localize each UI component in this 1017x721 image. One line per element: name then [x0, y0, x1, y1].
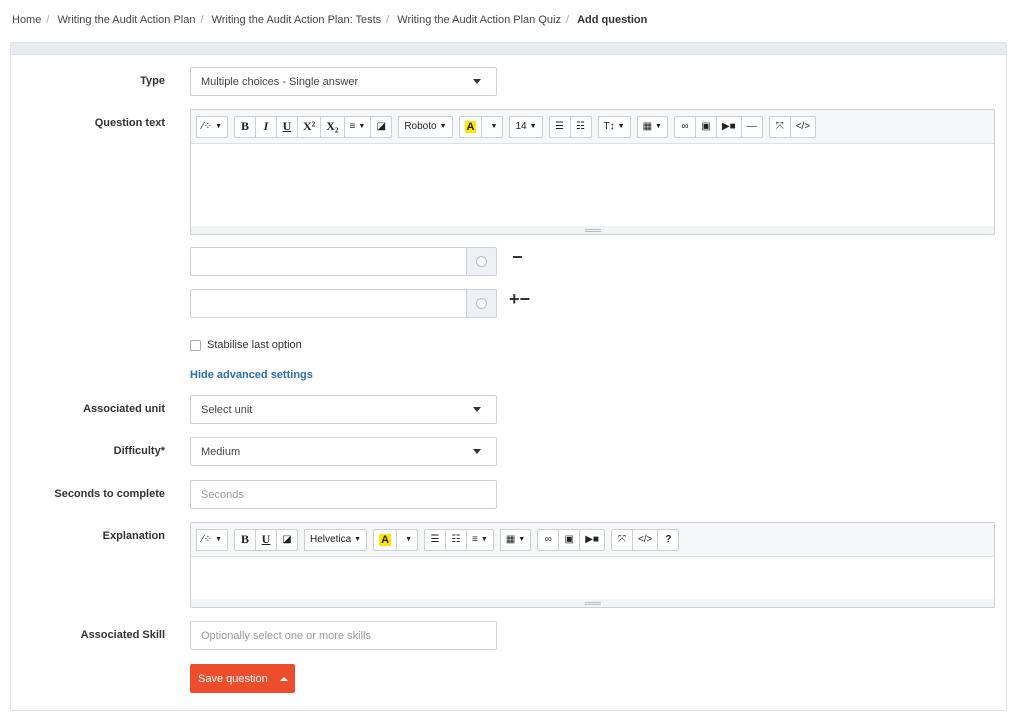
type-label: Type — [140, 75, 165, 87]
numbered-list-icon[interactable]: ☷ — [569, 115, 592, 138]
answer-option-row — [190, 289, 497, 318]
fullscreen-icon[interactable]: ⤧ — [768, 115, 791, 138]
seconds-label: Seconds to complete — [54, 488, 165, 500]
highlight-color-dropdown[interactable]: ▼ — [396, 528, 419, 551]
correct-answer-radio[interactable] — [466, 247, 497, 276]
highlight-color-button[interactable]: A — [458, 115, 483, 138]
associated-unit-select[interactable]: Select unit — [190, 395, 497, 424]
answer-option-row — [190, 247, 497, 276]
eraser-icon[interactable]: ◪ — [370, 115, 393, 138]
answer-option-input[interactable] — [190, 289, 466, 318]
explanation-editor-toolbar: ⁄⁘ ▼ B U ◪ Helvetica ▼ A ▼ ☰ ☷ ≡ ▼ ▦ ▼ ∞ ▣ ▶… — [191, 523, 994, 557]
question-text-area[interactable] — [191, 144, 994, 226]
radio-icon — [476, 298, 487, 309]
editor-resize-handle[interactable] — [191, 226, 994, 234]
breadcrumb-tests[interactable]: Writing the Audit Action Plan: Tests — [212, 14, 382, 26]
stabilise-checkbox[interactable] — [190, 339, 201, 351]
underline-button[interactable]: U — [276, 115, 298, 138]
highlight-color-button[interactable]: A — [373, 528, 398, 551]
line-height-dropdown[interactable]: T↕ ▼ — [597, 115, 631, 138]
align-dropdown[interactable]: ≡ ▼ — [343, 115, 372, 138]
eraser-icon[interactable]: ◪ — [276, 528, 298, 551]
breadcrumb-home[interactable]: Home — [12, 14, 41, 26]
question-text-editor: ⁄⁘ ▼ B I U X² X₂ ≡ ▼ ◪ Roboto ▼ A ▼ 14 ▼ ☰ ☷… — [190, 109, 995, 235]
horizontal-rule-icon[interactable]: — — [740, 115, 763, 138]
font-family-dropdown[interactable]: Helvetica ▼ — [304, 528, 368, 551]
breadcrumb-course[interactable]: Writing the Audit Action Plan — [57, 14, 195, 26]
image-icon[interactable]: ▣ — [558, 528, 581, 551]
numbered-list-icon[interactable]: ☷ — [445, 528, 468, 551]
line-height-icon: T↕ — [603, 121, 615, 132]
editor-resize-handle[interactable] — [191, 599, 994, 607]
breadcrumb-separator: / — [565, 14, 570, 26]
difficulty-select-value: Medium — [201, 445, 241, 458]
italic-button[interactable]: I — [255, 115, 277, 138]
font-family-value: Roboto — [404, 121, 437, 132]
subscript-button[interactable]: X₂ — [320, 115, 345, 138]
difficulty-label: Difficulty* — [113, 445, 165, 457]
explanation-label: Explanation — [102, 530, 165, 542]
breadcrumb-quiz[interactable]: Writing the Audit Action Plan Quiz — [397, 14, 561, 26]
magic-wand-icon[interactable]: ⁄⁘ ▼ — [196, 115, 228, 138]
superscript-button[interactable]: X² — [297, 115, 322, 138]
save-question-button[interactable]: Save question — [190, 664, 295, 693]
highlight-color-dropdown[interactable]: ▼ — [481, 115, 504, 138]
chevron-down-icon — [473, 449, 481, 454]
magic-wand-icon[interactable]: ⁄⁘ ▼ — [196, 528, 228, 551]
fullscreen-icon[interactable]: ⤧ — [610, 528, 633, 551]
font-size-dropdown[interactable]: 14 ▼ — [509, 115, 543, 138]
chevron-down-icon — [473, 407, 481, 412]
help-button[interactable]: ? — [657, 528, 680, 551]
type-select[interactable]: Multiple choices - Single answer — [190, 67, 497, 96]
panel-header-bar — [11, 43, 1006, 55]
question-text-label: Question text — [94, 117, 165, 129]
chevron-up-icon — [279, 676, 288, 681]
align-dropdown[interactable]: ≡ ▼ — [466, 528, 494, 551]
breadcrumb-separator: / — [46, 14, 50, 26]
hide-advanced-settings-link[interactable]: Hide advanced settings — [190, 369, 313, 381]
type-select-value: Multiple choices - Single answer — [201, 75, 359, 88]
table-dropdown[interactable]: ▦ ▼ — [499, 528, 532, 551]
underline-button[interactable]: U — [255, 528, 277, 551]
associated-skill-label: Associated Skill — [80, 629, 165, 641]
explanation-editor: ⁄⁘ ▼ B U ◪ Helvetica ▼ A ▼ ☰ ☷ ≡ ▼ ▦ ▼ ∞ ▣ ▶… — [190, 522, 995, 608]
bold-button[interactable]: B — [234, 115, 256, 138]
video-icon[interactable]: ▶■ — [579, 528, 605, 551]
font-size-value: 14 — [515, 121, 527, 132]
breadcrumb: Home / Writing the Audit Action Plan / Wri… — [12, 14, 647, 26]
bulleted-list-icon[interactable]: ☰ — [548, 115, 571, 138]
code-view-icon[interactable]: </> — [631, 528, 659, 551]
breadcrumb-current: Add question — [577, 14, 648, 26]
unit-select-value: Select unit — [201, 403, 253, 416]
highlight-icon: A — [464, 120, 477, 133]
radio-icon — [476, 256, 487, 267]
font-family-value: Helvetica — [310, 534, 352, 545]
image-icon[interactable]: ▣ — [694, 115, 717, 138]
save-question-label: Save question — [198, 672, 268, 685]
question-editor-toolbar: ⁄⁘ ▼ B I U X² X₂ ≡ ▼ ◪ Roboto ▼ A ▼ 14 ▼ ☰ ☷… — [191, 110, 994, 144]
bold-button[interactable]: B — [234, 528, 256, 551]
bulleted-list-icon[interactable]: ☰ — [424, 528, 447, 551]
stabilise-option[interactable]: Stabilise last option — [190, 339, 302, 351]
link-icon[interactable]: ∞ — [537, 528, 560, 551]
add-remove-option-controls[interactable]: +− — [509, 290, 530, 308]
correct-answer-radio[interactable] — [466, 289, 497, 318]
associated-unit-label: Associated unit — [83, 403, 165, 415]
stabilise-label: Stabilise last option — [207, 339, 302, 351]
answer-option-input[interactable] — [190, 247, 466, 276]
associated-skill-input[interactable] — [190, 621, 497, 650]
table-dropdown[interactable]: ▦ ▼ — [636, 115, 668, 138]
difficulty-select[interactable]: Medium — [190, 437, 497, 466]
code-view-icon[interactable]: </> — [789, 115, 817, 138]
breadcrumb-separator: / — [386, 14, 390, 26]
font-family-dropdown[interactable]: Roboto ▼ — [398, 115, 453, 138]
seconds-input[interactable] — [190, 480, 497, 509]
video-icon[interactable]: ▶■ — [715, 115, 742, 138]
remove-option-button[interactable]: − — [512, 248, 523, 266]
chevron-down-icon — [473, 79, 481, 84]
breadcrumb-separator: / — [200, 14, 204, 26]
highlight-icon: A — [379, 533, 392, 546]
link-icon[interactable]: ∞ — [673, 115, 696, 138]
explanation-text-area[interactable] — [191, 557, 994, 599]
